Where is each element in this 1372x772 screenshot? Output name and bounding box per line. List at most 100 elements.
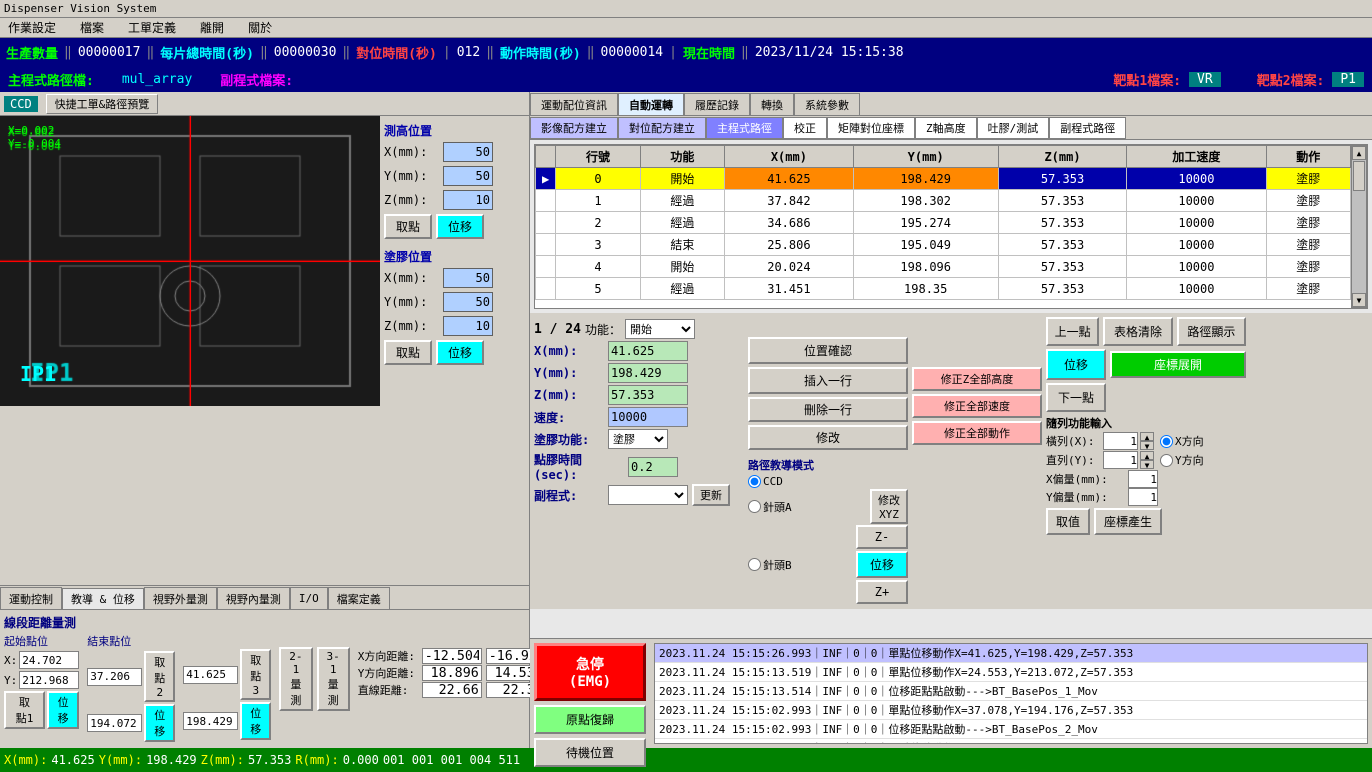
coord-expand-btn[interactable]: 座標展開 bbox=[1110, 351, 1246, 378]
modify-z-all-btn[interactable]: 修正Z全部高度 bbox=[912, 367, 1042, 391]
table-scroll-area[interactable]: 行號 功能 X(mm) Y(mm) Z(mm) 加工速度 動作 ▶0開始41.6… bbox=[535, 145, 1351, 308]
stab-dispense-test[interactable]: 吐膠/測試 bbox=[977, 117, 1050, 139]
measure-21-btn[interactable]: 2-1量測 bbox=[279, 647, 312, 711]
move-2-btn[interactable]: 位移 bbox=[144, 704, 175, 742]
x-start-input[interactable] bbox=[19, 651, 79, 669]
z-plus-btn[interactable]: Z+ bbox=[856, 580, 908, 604]
measure-31-btn[interactable]: 3-1量測 bbox=[317, 647, 350, 711]
table-clear-btn[interactable]: 表格清除 bbox=[1103, 317, 1172, 346]
modify-btn[interactable]: 修改 bbox=[748, 425, 908, 450]
move-1-btn[interactable]: 位移 bbox=[47, 691, 79, 729]
take-point-btn-2[interactable]: 取點 bbox=[384, 340, 432, 365]
x-offset-input[interactable] bbox=[1128, 470, 1158, 488]
end-val2-input[interactable] bbox=[87, 714, 142, 732]
move-3-btn[interactable]: 位移 bbox=[240, 702, 271, 740]
tab-inner-measure[interactable]: 視野內量測 bbox=[217, 587, 290, 609]
menu-work-order[interactable]: 工單定義 bbox=[124, 18, 180, 37]
ccd-radio[interactable] bbox=[748, 475, 761, 488]
log-item[interactable]: 2023.11.24 15:15:26.993｜INF｜0｜0｜單點位移動作X=… bbox=[655, 644, 1367, 663]
log-item[interactable]: 2023.11.24 15:15:02.993｜INF｜0｜0｜單點位移動作X=… bbox=[655, 701, 1367, 720]
scroll-up-btn[interactable]: ▲ bbox=[1352, 146, 1366, 160]
stab-main-path[interactable]: 主程式路徑 bbox=[706, 117, 783, 139]
tab-outer-measure[interactable]: 視野外量測 bbox=[144, 587, 217, 609]
move-btn-2[interactable]: 位移 bbox=[436, 340, 484, 365]
row-spin-up[interactable]: ▲ bbox=[1140, 432, 1154, 441]
stab-matrix-coord[interactable]: 矩陣對位座標 bbox=[827, 117, 915, 139]
func-select[interactable]: 開始 經過 結束 bbox=[625, 319, 695, 339]
log-item[interactable]: 2023.11.24 15:15:02.993｜INF｜0｜0｜位移距點點啟動-… bbox=[655, 720, 1367, 739]
standby-btn[interactable]: 待機位置 bbox=[534, 738, 646, 767]
end-val3-input[interactable] bbox=[183, 666, 238, 684]
x-dir-radio[interactable] bbox=[1160, 435, 1173, 448]
take-point-btn-1[interactable]: 取點 bbox=[384, 214, 432, 239]
rtab-motion-info[interactable]: 運動配位資訊 bbox=[530, 93, 618, 115]
scroll-down-btn[interactable]: ▼ bbox=[1352, 293, 1366, 307]
z-high-input[interactable] bbox=[443, 190, 493, 210]
table-row[interactable]: 3結束25.806195.04957.35310000塗膠 bbox=[536, 234, 1351, 256]
fetch-val-btn[interactable]: 取值 bbox=[1046, 508, 1090, 535]
rtab-sys-params[interactable]: 系統參數 bbox=[794, 93, 860, 115]
menu-about[interactable]: 關於 bbox=[244, 18, 276, 37]
path-show-btn[interactable]: 路徑顯示 bbox=[1177, 317, 1246, 346]
log-list[interactable]: 2023.11.24 15:15:26.993｜INF｜0｜0｜單點位移動作X=… bbox=[654, 643, 1368, 744]
next-point-btn[interactable]: 下一點 bbox=[1046, 383, 1106, 412]
x-glue-input[interactable] bbox=[443, 268, 493, 288]
confirm-pos-btn[interactable]: 位置確認 bbox=[748, 337, 908, 364]
emergency-stop-btn[interactable]: 急停 (EMG) bbox=[534, 643, 646, 701]
delete-row-btn[interactable]: 刪除一行 bbox=[748, 397, 908, 422]
y-dir-radio[interactable] bbox=[1160, 454, 1173, 467]
stab-z-height[interactable]: Z軸高度 bbox=[915, 117, 977, 139]
stab-calibrate[interactable]: 校正 bbox=[783, 117, 827, 139]
tab-io[interactable]: I/O bbox=[290, 587, 328, 609]
menu-exit[interactable]: 離開 bbox=[196, 18, 228, 37]
gen-coord-btn[interactable]: 座標產生 bbox=[1094, 508, 1162, 535]
y-offset-input[interactable] bbox=[1128, 488, 1158, 506]
modify-action-all-btn[interactable]: 修正全部動作 bbox=[912, 421, 1042, 445]
modify-xyz-btn[interactable]: 修改XYZ bbox=[870, 489, 908, 524]
needle-b-radio[interactable] bbox=[748, 558, 761, 571]
log-item[interactable]: 2023.11.24 15:15:13.519｜INF｜0｜0｜單點位移動作X=… bbox=[655, 663, 1367, 682]
update-btn[interactable]: 更新 bbox=[692, 484, 730, 506]
z-glue-input[interactable] bbox=[443, 316, 493, 336]
stab-sub-path[interactable]: 副程式路徑 bbox=[1049, 117, 1126, 139]
z-minus-btn[interactable]: Z- bbox=[856, 525, 908, 549]
modify-speed-all-btn[interactable]: 修正全部速度 bbox=[912, 394, 1042, 418]
dot-time-input[interactable] bbox=[628, 457, 678, 477]
table-row[interactable]: 5經過31.451198.3557.35310000塗膠 bbox=[536, 278, 1351, 300]
x-dist-21[interactable] bbox=[422, 648, 482, 664]
quick-workorder-btn[interactable]: 快捷工單&路徑預覽 bbox=[46, 94, 159, 114]
end-val1-input[interactable] bbox=[87, 668, 142, 686]
rtab-auto-run[interactable]: 自動運轉 bbox=[618, 93, 684, 115]
y-ctrl-input[interactable] bbox=[608, 363, 688, 383]
move-nav-btn[interactable]: 位移 bbox=[1046, 349, 1106, 380]
take-point-3-btn[interactable]: 取點3 bbox=[240, 649, 271, 700]
col-spin-down[interactable]: ▼ bbox=[1140, 460, 1154, 469]
end-val4-input[interactable] bbox=[183, 712, 238, 730]
log-item[interactable]: 2023.11.24 15:12:06.898｜INF｜0｜0｜單點位移動作X=… bbox=[655, 739, 1367, 744]
take-point-1-btn[interactable]: 取點1 bbox=[4, 691, 45, 729]
y-high-input[interactable] bbox=[443, 166, 493, 186]
col-spin-up[interactable]: ▲ bbox=[1140, 451, 1154, 460]
prev-point-btn[interactable]: 上一點 bbox=[1046, 317, 1099, 346]
x-ctrl-input[interactable] bbox=[608, 341, 688, 361]
row-input[interactable] bbox=[1103, 432, 1138, 450]
insert-row-btn[interactable]: 插入一行 bbox=[748, 367, 908, 394]
table-row[interactable]: 2經過34.686195.27457.35310000塗膠 bbox=[536, 212, 1351, 234]
z-ctrl-input[interactable] bbox=[608, 385, 688, 405]
y-glue-input[interactable] bbox=[443, 292, 493, 312]
log-item[interactable]: 2023.11.24 15:15:13.514｜INF｜0｜0｜位移距點點啟動-… bbox=[655, 682, 1367, 701]
restore-btn[interactable]: 原點復歸 bbox=[534, 705, 646, 734]
y-dist-21[interactable] bbox=[422, 665, 482, 681]
take-point-2-btn[interactable]: 取點2 bbox=[144, 651, 175, 702]
table-row[interactable]: 1經過37.842198.30257.35310000塗膠 bbox=[536, 190, 1351, 212]
sub-prog-select[interactable] bbox=[608, 485, 688, 505]
table-row[interactable]: ▶0開始41.625198.42957.35310000塗膠 bbox=[536, 168, 1351, 190]
row-spin-down[interactable]: ▼ bbox=[1140, 441, 1154, 450]
needle-a-radio[interactable] bbox=[748, 500, 761, 513]
menu-work-settings[interactable]: 作業設定 bbox=[4, 18, 60, 37]
move-btn-1[interactable]: 位移 bbox=[436, 214, 484, 239]
glue-func-select[interactable]: 塗膠 bbox=[608, 429, 668, 449]
tab-teach-move[interactable]: 教導 & 位移 bbox=[62, 588, 144, 610]
x-high-input[interactable] bbox=[443, 142, 493, 162]
scroll-thumb[interactable] bbox=[1353, 161, 1365, 191]
